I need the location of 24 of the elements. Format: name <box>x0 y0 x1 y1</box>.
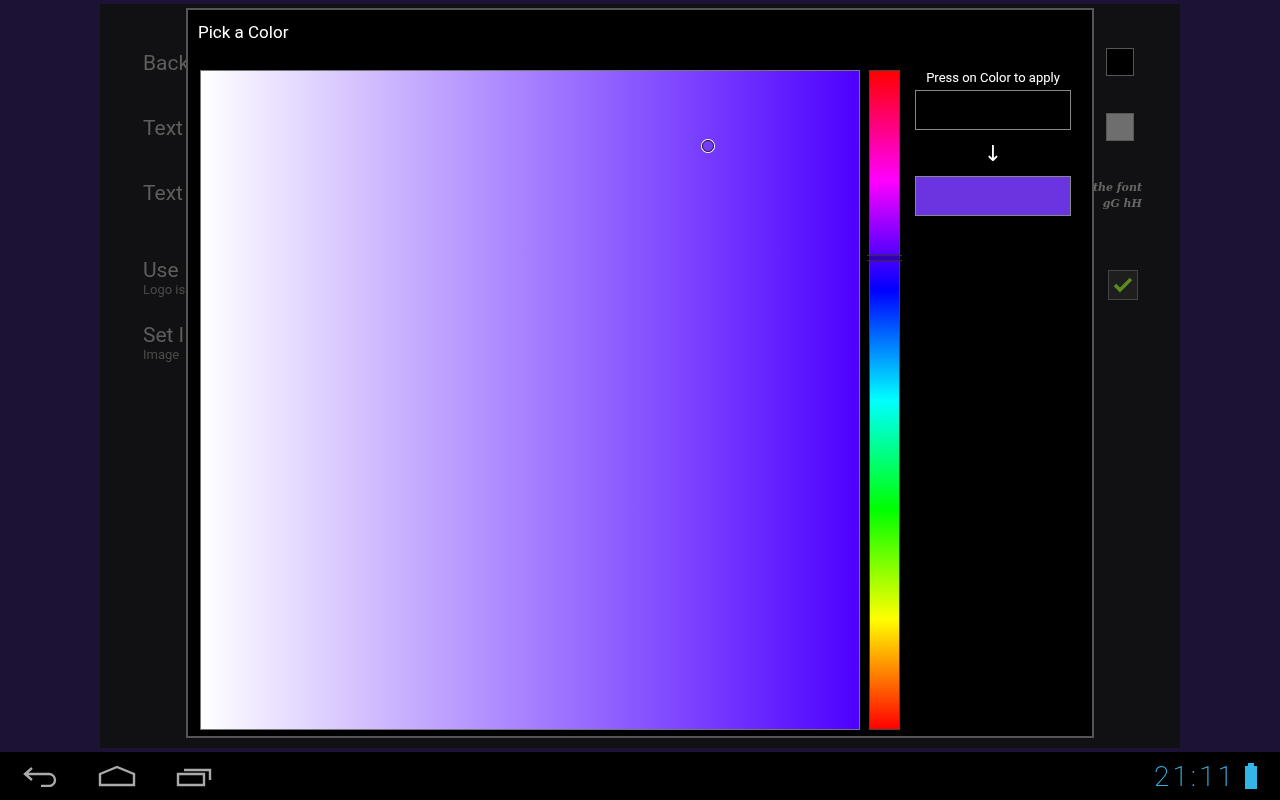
setting-title: Text <box>143 180 183 205</box>
new-color-swatch[interactable] <box>915 176 1071 216</box>
hue-slider[interactable] <box>869 70 900 730</box>
instruction-text: Press on Color to apply <box>926 70 1060 85</box>
check-icon <box>1113 277 1133 293</box>
font-preview: the font <box>1092 180 1142 196</box>
setting-title: Back <box>143 50 190 75</box>
color-swatch[interactable] <box>1106 48 1134 76</box>
setting-title: Text <box>143 115 183 140</box>
setting-title: Use <box>143 258 179 282</box>
hue-thumb[interactable] <box>867 255 902 262</box>
color-field[interactable] <box>200 70 860 730</box>
checkbox[interactable] <box>1108 270 1138 300</box>
setting-title: Set l <box>143 323 184 347</box>
setting-summary: Image <box>143 347 180 362</box>
setting-summary: Logo is <box>143 282 186 297</box>
dialog-title: Pick a Color <box>198 22 289 42</box>
battery-icon <box>1244 763 1258 789</box>
clock: 21:11 <box>1154 759 1236 793</box>
font-preview: gG hH <box>1101 196 1142 212</box>
home-icon[interactable] <box>98 765 136 787</box>
back-icon[interactable] <box>22 765 58 787</box>
arrow-text: ↓ <box>983 140 1003 168</box>
color-swatch[interactable] <box>1106 113 1134 141</box>
